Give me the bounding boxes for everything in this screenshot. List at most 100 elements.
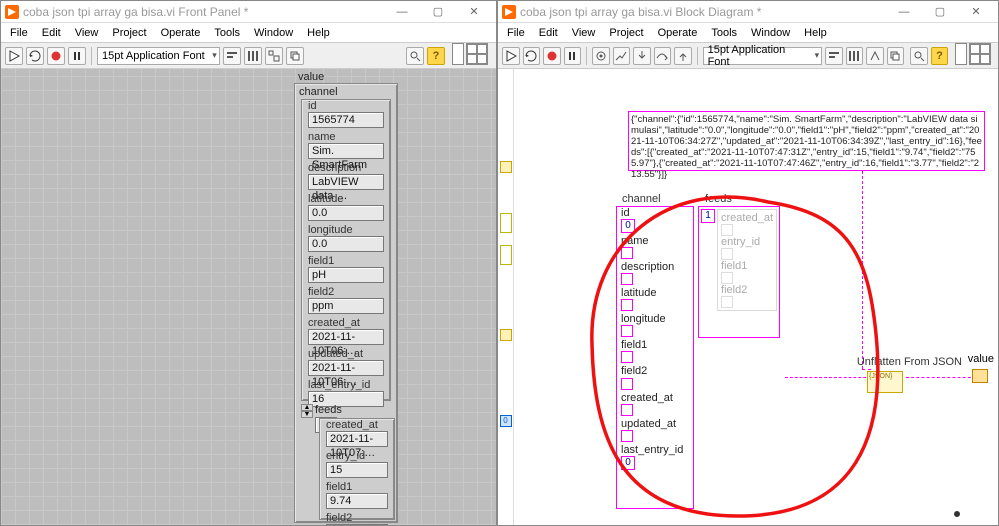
pause-button[interactable] [68,47,86,65]
bd-name-control[interactable] [621,247,633,259]
bd-feeds-array[interactable]: 1 created_at entry_id field1 field2 [698,206,780,338]
align-button[interactable] [825,47,843,65]
menu-tools[interactable]: Tools [207,25,247,41]
menu-view[interactable]: View [565,25,603,41]
bd-field2-control[interactable] [621,378,633,390]
help-button[interactable]: ? [427,47,445,65]
maximize-button[interactable]: ▢ [922,3,958,21]
abort-button[interactable] [47,47,65,65]
value-label: value [968,353,994,365]
search-button[interactable] [910,47,928,65]
resize-button[interactable] [265,47,283,65]
step-into-button[interactable] [633,47,651,65]
feed-field2-value[interactable]: 755.97 [326,524,388,525]
align-button[interactable] [223,47,241,65]
name-value[interactable]: Sim. SmartFarm [308,143,384,159]
connector-pane[interactable] [452,43,492,69]
minimize-button[interactable]: — [384,3,420,21]
bd-feed-field2-control[interactable] [721,296,733,308]
run-cont-button[interactable] [523,47,541,65]
created_at-label: created_at [308,317,384,329]
json-string-constant[interactable]: {"channel":{"id":1565774,"name":"Sim. Sm… [628,111,985,171]
minimize-button[interactable]: — [886,3,922,21]
bd-id-control[interactable]: 0 [621,219,635,233]
connector-pane[interactable] [955,43,994,69]
cleanup-button[interactable] [866,47,884,65]
search-button[interactable] [406,47,424,65]
feed-created_at-value[interactable]: 2021-11-10T07:… [326,431,388,447]
front-panel-window: coba json tpi array ga bisa.vi Front Pan… [0,0,497,526]
bd-latitude-control[interactable] [621,299,633,311]
bd-row-latitude: latitude [621,287,689,299]
menu-file[interactable]: File [500,25,532,41]
step-out-button[interactable] [674,47,692,65]
reorder-button[interactable] [286,47,304,65]
created_at-value[interactable]: 2021-11-10T06:… [308,329,384,345]
front-panel-canvas[interactable]: value channel id 1565774 name Sim. Smart… [1,69,496,525]
bd-field1-control[interactable] [621,351,633,363]
bd-longitude-control[interactable] [621,325,633,337]
menu-operate[interactable]: Operate [651,25,705,41]
reorder-button[interactable] [887,47,905,65]
feeds-index-spinner[interactable]: ▲▼ [301,404,313,418]
run-button[interactable] [5,47,23,65]
titlebar-front-panel[interactable]: coba json tpi array ga bisa.vi Front Pan… [1,1,496,23]
menu-bar: File Edit View Project Operate Tools Win… [1,23,496,43]
channel-cluster[interactable]: id 1565774 name Sim. SmartFarm descripti… [301,99,391,401]
pause-button[interactable] [564,47,582,65]
bd-feed-entry_id-control[interactable] [721,248,733,260]
menu-window[interactable]: Window [744,25,797,41]
distribute-button[interactable] [846,47,864,65]
menu-window[interactable]: Window [247,25,300,41]
bd-updated_at-control[interactable] [621,430,633,442]
menu-edit[interactable]: Edit [35,25,68,41]
bd-feed-field1-control[interactable] [721,272,733,284]
menu-file[interactable]: File [3,25,35,41]
feed-entry_id-value[interactable]: 15 [326,462,388,478]
help-button[interactable]: ? [931,47,949,65]
bd-description-control[interactable] [621,273,633,285]
font-dropdown[interactable]: 15pt Application Font [703,47,823,65]
bd-created_at-control[interactable] [621,404,633,416]
run-button[interactable] [502,47,520,65]
menu-edit[interactable]: Edit [532,25,565,41]
scroll-indicator [954,511,960,517]
abort-button[interactable] [543,47,561,65]
font-dropdown[interactable]: 15pt Application Font [97,47,220,65]
block-diagram-canvas[interactable]: 0 {"channel":{"id":1565774,"name":"Sim. … [498,69,998,525]
retain-wires-button[interactable] [613,47,631,65]
close-button[interactable]: ✕ [958,3,994,21]
bd-channel-cluster[interactable]: id0 name description latitude longitude … [616,206,694,509]
menu-view[interactable]: View [68,25,106,41]
updated_at-value[interactable]: 2021-11-10T06:… [308,360,384,376]
id-value[interactable]: 1565774 [308,112,384,128]
field1-value[interactable]: pH [308,267,384,283]
feeds-element-cluster[interactable]: created_at 2021-11-10T07:… entry_id 15 f… [319,418,395,520]
distribute-button[interactable] [244,47,262,65]
feed-field1-value[interactable]: 9.74 [326,493,388,509]
field2-value[interactable]: ppm [308,298,384,314]
menu-help[interactable]: Help [797,25,834,41]
menu-help[interactable]: Help [300,25,337,41]
description-value[interactable]: LabVIEW data … [308,174,384,190]
bd-feeds-index[interactable]: 1 [701,209,715,223]
toolbar: 15pt Application Font ? [498,43,998,69]
run-cont-button[interactable] [26,47,44,65]
bd-last_entry_id-control[interactable]: 0 [621,456,635,470]
titlebar-block-diagram[interactable]: coba json tpi array ga bisa.vi Block Dia… [498,1,998,23]
step-over-button[interactable] [654,47,672,65]
longitude-value[interactable]: 0.0 [308,236,384,252]
latitude-value[interactable]: 0.0 [308,205,384,221]
unflatten-from-json-node[interactable]: {JSON} [867,371,903,393]
bd-feed-created_at-control[interactable] [721,224,733,236]
value-terminal[interactable] [972,369,988,383]
highlight-exec-button[interactable] [592,47,610,65]
value-cluster[interactable]: channel id 1565774 name Sim. SmartFarm d… [294,83,398,523]
menu-project[interactable]: Project [602,25,650,41]
unflatten-label: Unflatten From JSON [857,356,962,368]
maximize-button[interactable]: ▢ [420,3,456,21]
close-button[interactable]: ✕ [456,3,492,21]
menu-project[interactable]: Project [105,25,153,41]
menu-operate[interactable]: Operate [154,25,208,41]
menu-tools[interactable]: Tools [704,25,744,41]
